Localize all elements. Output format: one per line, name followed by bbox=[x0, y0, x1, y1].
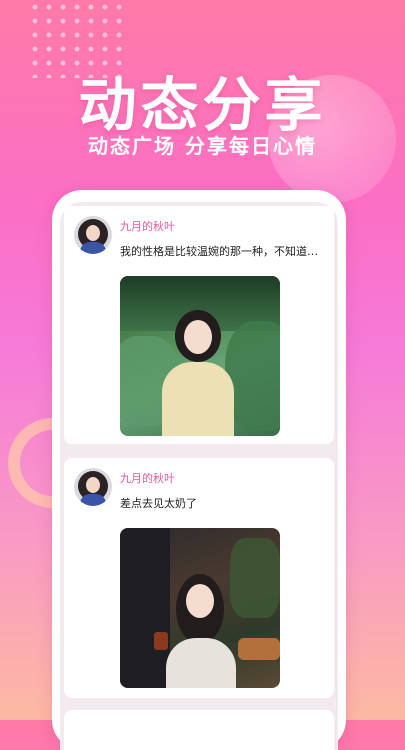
avatar[interactable] bbox=[74, 468, 112, 506]
post-content: 差点去见太奶了 bbox=[120, 497, 197, 510]
phone-mockup: 九月的秋叶 我的性格是比较温婉的那一种，不知道… 九月的秋叶 差点去见太奶了 bbox=[52, 190, 346, 750]
post-content: 我的性格是比较温婉的那一种，不知道… bbox=[120, 245, 318, 258]
feed-screen: 九月的秋叶 我的性格是比较温婉的那一种，不知道… 九月的秋叶 差点去见太奶了 bbox=[60, 202, 338, 750]
post-card[interactable]: 九月的秋叶 我的性格是比较温婉的那一种，不知道… bbox=[64, 206, 334, 444]
post-username[interactable]: 九月的秋叶 bbox=[120, 218, 175, 234]
post-username[interactable]: 九月的秋叶 bbox=[120, 470, 175, 486]
post-image[interactable] bbox=[120, 276, 280, 436]
post-card[interactable] bbox=[64, 710, 334, 750]
hero-subtitle: 动态广场 分享每日心情 bbox=[88, 134, 317, 158]
post-image[interactable] bbox=[120, 528, 280, 688]
avatar[interactable] bbox=[74, 216, 112, 254]
post-card[interactable]: 九月的秋叶 差点去见太奶了 bbox=[64, 458, 334, 698]
